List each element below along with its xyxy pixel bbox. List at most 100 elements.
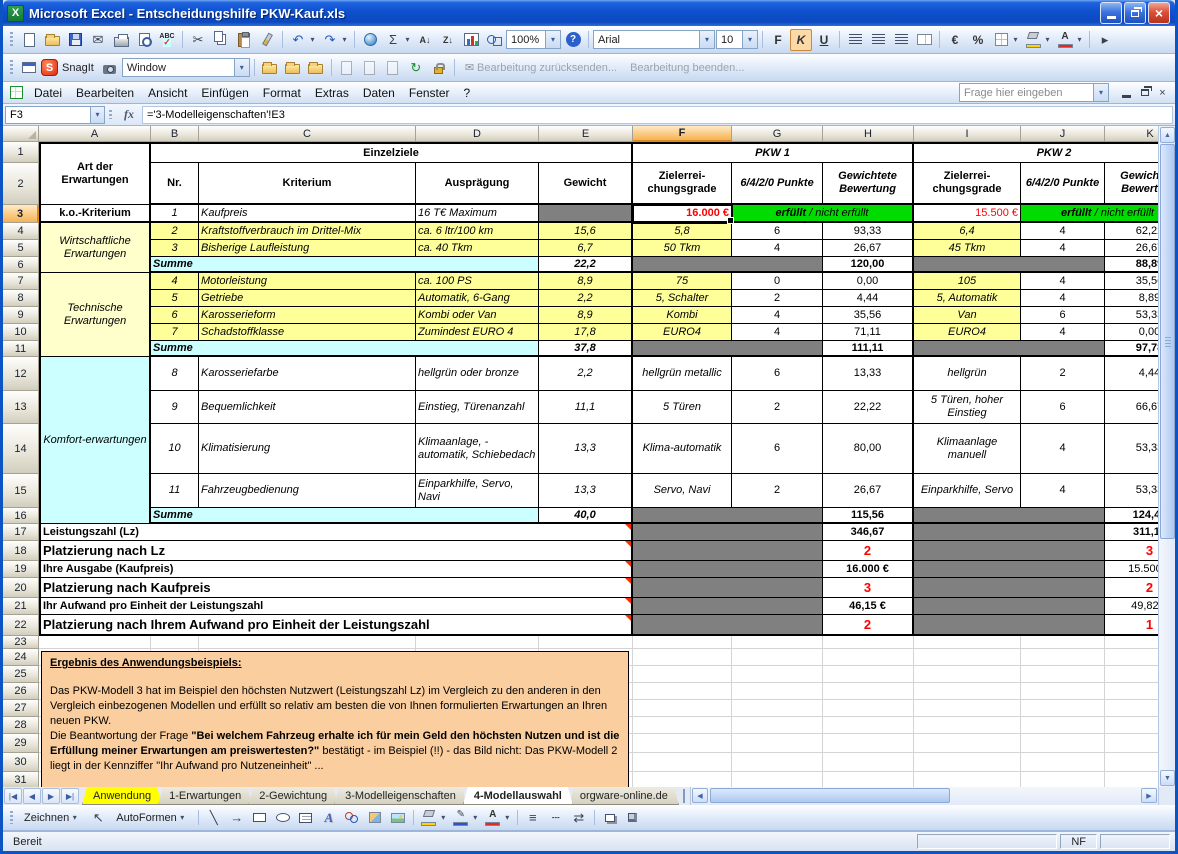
font-name-dropdown[interactable]: ▾ — [699, 31, 714, 48]
tab-2-gewichtung[interactable]: 2-Gewichtung — [248, 787, 338, 805]
cell-B16[interactable]: Summe — [151, 508, 539, 524]
minimize-workbook-button[interactable] — [1118, 85, 1135, 100]
row-header-16[interactable]: 16 — [3, 508, 39, 524]
cell-J25[interactable] — [1021, 666, 1105, 683]
zoom-combo[interactable]: 100% ▾ — [506, 30, 561, 49]
row-header-20[interactable]: 20 — [3, 578, 39, 598]
undo-dropdown[interactable]: ▾ — [307, 29, 318, 51]
redo-dropdown[interactable]: ▾ — [339, 29, 350, 51]
row-header-29[interactable]: 29 — [3, 734, 39, 753]
cell-K24[interactable] — [1105, 649, 1158, 666]
cell-A3[interactable]: k.o.-Kriterium — [39, 205, 151, 223]
folder-button-2[interactable] — [282, 57, 304, 79]
cell-B2[interactable]: Nr. — [151, 163, 199, 205]
tab-orgware-online[interactable]: orgware-online.de — [569, 787, 679, 805]
workbook-icon-button[interactable] — [5, 82, 27, 104]
row-header-11[interactable]: 11 — [3, 341, 39, 357]
cell-F10[interactable]: EURO4 — [633, 324, 732, 341]
cell-I2[interactable]: Zielerrei-chungsgrade — [914, 163, 1021, 205]
cell-D13[interactable]: Einstieg, Türenanzahl — [416, 391, 539, 424]
cell-D12[interactable]: hellgrün oder bronze — [416, 357, 539, 391]
autosum-button[interactable]: Σ — [382, 29, 404, 51]
row-header-30[interactable]: 30 — [3, 753, 39, 772]
toolbar-grip[interactable] — [10, 32, 13, 47]
cell-F30[interactable] — [633, 753, 732, 772]
cell-F4[interactable]: 5,8 — [633, 223, 732, 240]
clip-art-button[interactable] — [364, 807, 386, 829]
vertical-scroll-thumb[interactable] — [1160, 144, 1175, 539]
cell-C12[interactable]: Karosseriefarbe — [199, 357, 416, 391]
cell-H22[interactable]: 2 — [823, 615, 914, 636]
cell-A21[interactable]: Ihr Aufwand pro Einheit der Leistungszah… — [39, 598, 633, 615]
horizontal-scrollbar[interactable]: ◀ ▶ — [690, 787, 1158, 805]
cell-J26[interactable] — [1021, 683, 1105, 700]
save-button[interactable] — [64, 29, 86, 51]
cell-C2[interactable]: Kriterium — [199, 163, 416, 205]
restore-button[interactable] — [1124, 2, 1146, 24]
menu-bearbeiten[interactable]: Bearbeiten — [69, 83, 141, 103]
draw-font-color-dropdown[interactable]: ▾ — [502, 807, 513, 829]
cell-K29[interactable] — [1105, 734, 1158, 753]
cell-F9[interactable]: Kombi — [633, 307, 732, 324]
row-header-10[interactable]: 10 — [3, 324, 39, 341]
vertical-scrollbar[interactable]: ▲ ▼ — [1158, 126, 1175, 787]
cell-J10[interactable]: 4 — [1021, 324, 1105, 341]
cell-K20[interactable]: 2 — [1105, 578, 1158, 598]
cell-H16[interactable]: 115,56 — [823, 508, 914, 524]
folder-button-3[interactable] — [305, 57, 327, 79]
cell-D23[interactable] — [416, 636, 539, 649]
cell-C10[interactable]: Schadstoffklasse — [199, 324, 416, 341]
cell-I27[interactable] — [914, 700, 1021, 717]
cell-F28[interactable] — [633, 717, 732, 734]
paste-button[interactable] — [233, 29, 255, 51]
cell-I6[interactable] — [914, 257, 1105, 273]
cell-H13[interactable]: 22,22 — [823, 391, 914, 424]
cell-A17[interactable]: Leistungszahl (Lz) — [39, 524, 633, 541]
cell-H5[interactable]: 26,67 — [823, 240, 914, 257]
cell-F13[interactable]: 5 Türen — [633, 391, 732, 424]
cell-G27[interactable] — [732, 700, 823, 717]
cell-E9[interactable]: 8,9 — [539, 307, 633, 324]
cell-H7[interactable]: 0,00 — [823, 273, 914, 290]
align-right-button[interactable] — [890, 29, 912, 51]
cell-I24[interactable] — [914, 649, 1021, 666]
cell-E14[interactable]: 13,3 — [539, 424, 633, 474]
font-size-combo[interactable]: 10 ▾ — [716, 30, 758, 49]
cell-K9[interactable]: 53,33 — [1105, 307, 1158, 324]
row-header-13[interactable]: 13 — [3, 391, 39, 424]
cell-C15[interactable]: Fahrzeugbedienung — [199, 474, 416, 508]
cell-E5[interactable]: 6,7 — [539, 240, 633, 257]
scroll-up-button[interactable]: ▲ — [1160, 127, 1175, 143]
menu-einfuegen[interactable]: Einfügen — [194, 83, 255, 103]
cell-G28[interactable] — [732, 717, 823, 734]
capture-mode-dropdown[interactable]: ▾ — [234, 59, 249, 76]
cell-H27[interactable] — [823, 700, 914, 717]
draw-fill-color-button[interactable] — [418, 807, 440, 829]
new-workbook-button[interactable] — [18, 29, 40, 51]
cell-H30[interactable] — [823, 753, 914, 772]
cell-C5[interactable]: Bisherige Laufleistung — [199, 240, 416, 257]
cell-G10[interactable]: 4 — [732, 324, 823, 341]
cell-D3[interactable]: 16 T€ Maximum — [416, 205, 539, 223]
cell-K22[interactable]: 1 — [1105, 615, 1158, 636]
cell-I26[interactable] — [914, 683, 1021, 700]
cell-K23[interactable] — [1105, 636, 1158, 649]
row-header-3[interactable]: 3 — [3, 205, 39, 223]
document-button-2[interactable] — [359, 57, 381, 79]
cell-J23[interactable] — [1021, 636, 1105, 649]
insert-function-button[interactable]: fx — [116, 107, 142, 122]
cell-B15[interactable]: 11 — [151, 474, 199, 508]
cell-F12[interactable]: hellgrün metallic — [633, 357, 732, 391]
row-header-5[interactable]: 5 — [3, 240, 39, 257]
cell-F21[interactable] — [633, 598, 823, 615]
cell-H2[interactable]: Gewichtete Bewertung — [823, 163, 914, 205]
cell-H28[interactable] — [823, 717, 914, 734]
autosum-dropdown[interactable]: ▾ — [402, 29, 413, 51]
cell-C9[interactable]: Karosserieform — [199, 307, 416, 324]
close-button[interactable]: × — [1148, 2, 1170, 24]
draw-fill-color-dropdown[interactable]: ▾ — [438, 807, 449, 829]
help-button[interactable]: ? — [562, 29, 584, 51]
cell-F14[interactable]: Klima-automatik — [633, 424, 732, 474]
cell-K31[interactable] — [1105, 772, 1158, 787]
line-color-button[interactable]: ✎ — [450, 807, 472, 829]
